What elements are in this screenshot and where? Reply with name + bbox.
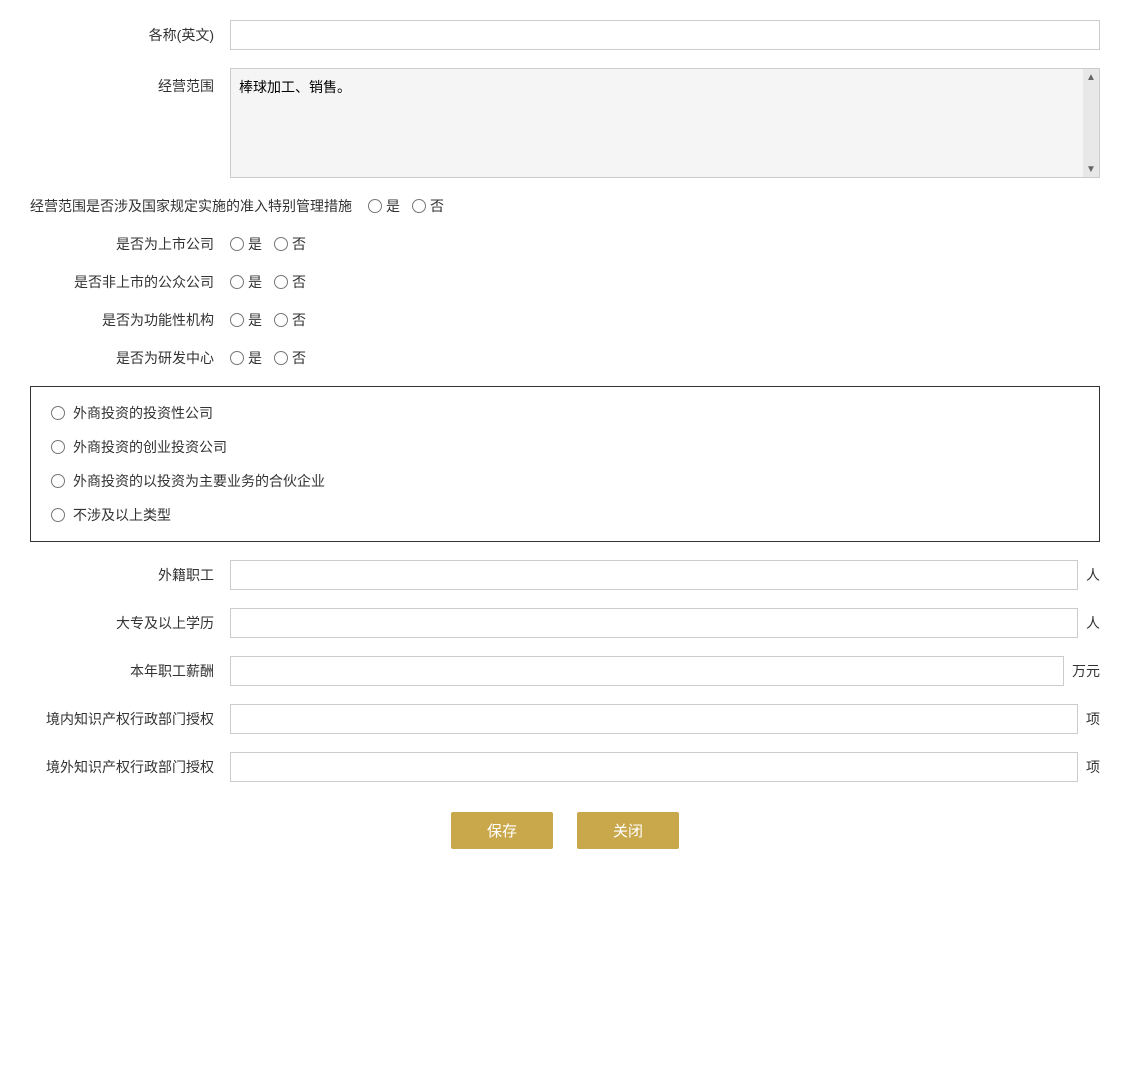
listed-no-item[interactable]: 否 <box>274 234 306 254</box>
college-edu-unit: 人 <box>1086 613 1100 633</box>
investment-option-2[interactable]: 外商投资的以投资为主要业务的合伙企业 <box>51 471 1079 491</box>
special-mgmt-no-radio[interactable] <box>412 199 426 213</box>
domestic-ip-input[interactable] <box>230 704 1078 734</box>
investment-radio-1[interactable] <box>51 440 65 454</box>
functional-radio-group: 是 否 <box>230 310 306 330</box>
scrollbar-down[interactable]: ▼ <box>1084 161 1098 177</box>
special-mgmt-label: 经营范围是否涉及国家规定实施的准入特别管理措施 <box>30 196 368 216</box>
college-edu-label: 大专及以上学历 <box>30 613 230 633</box>
special-mgmt-no-item[interactable]: 否 <box>412 196 444 216</box>
annual-salary-unit: 万元 <box>1072 661 1100 681</box>
domestic-ip-label: 境内知识产权行政部门授权 <box>30 709 230 729</box>
investment-radio-2[interactable] <box>51 474 65 488</box>
functional-no-item[interactable]: 否 <box>274 310 306 330</box>
public-no-item[interactable]: 否 <box>274 272 306 292</box>
rd-yes-label[interactable]: 是 <box>248 348 262 368</box>
investment-type-box: 外商投资的投资性公司 外商投资的创业投资公司 外商投资的以投资为主要业务的合伙企… <box>30 386 1100 542</box>
listed-company-label: 是否为上市公司 <box>30 234 230 254</box>
public-company-label: 是否非上市的公众公司 <box>30 272 230 292</box>
rd-radio-group: 是 否 <box>230 348 306 368</box>
annual-salary-label: 本年职工薪酬 <box>30 661 230 681</box>
college-edu-input[interactable] <box>230 608 1078 638</box>
rd-no-label[interactable]: 否 <box>292 348 306 368</box>
foreign-staff-row: 外籍职工 人 <box>30 560 1100 590</box>
investment-option-3[interactable]: 不涉及以上类型 <box>51 505 1079 525</box>
english-name-row: 各称(英文) <box>30 20 1100 50</box>
public-company-row: 是否非上市的公众公司 是 否 <box>30 272 1100 292</box>
business-scope-wrapper: 棒球加工、销售。 ▲ ▼ <box>230 68 1100 178</box>
english-name-input[interactable] <box>230 20 1100 50</box>
business-scope-textarea[interactable]: 棒球加工、销售。 <box>231 69 1099 177</box>
save-button[interactable]: 保存 <box>451 812 553 849</box>
special-mgmt-radio-group: 是 否 <box>368 196 444 216</box>
button-row: 保存 关闭 <box>30 812 1100 849</box>
functional-no-label[interactable]: 否 <box>292 310 306 330</box>
scrollbar-up[interactable]: ▲ <box>1084 69 1098 85</box>
special-mgmt-yes-radio[interactable] <box>368 199 382 213</box>
overseas-ip-input[interactable] <box>230 752 1078 782</box>
functional-org-label: 是否为功能性机构 <box>30 310 230 330</box>
english-name-label: 各称(英文) <box>30 25 230 45</box>
special-mgmt-yes-item[interactable]: 是 <box>368 196 400 216</box>
listed-no-radio[interactable] <box>274 237 288 251</box>
functional-yes-item[interactable]: 是 <box>230 310 262 330</box>
investment-label-0: 外商投资的投资性公司 <box>73 403 213 423</box>
functional-yes-label[interactable]: 是 <box>248 310 262 330</box>
college-edu-row: 大专及以上学历 人 <box>30 608 1100 638</box>
business-scope-row: 经营范围 棒球加工、销售。 ▲ ▼ <box>30 68 1100 178</box>
public-yes-label[interactable]: 是 <box>248 272 262 292</box>
foreign-staff-input[interactable] <box>230 560 1078 590</box>
listed-company-row: 是否为上市公司 是 否 <box>30 234 1100 254</box>
public-no-label[interactable]: 否 <box>292 272 306 292</box>
rd-no-radio[interactable] <box>274 351 288 365</box>
investment-option-0[interactable]: 外商投资的投资性公司 <box>51 403 1079 423</box>
annual-salary-row: 本年职工薪酬 万元 <box>30 656 1100 686</box>
rd-center-label: 是否为研发中心 <box>30 348 230 368</box>
functional-org-row: 是否为功能性机构 是 否 <box>30 310 1100 330</box>
listed-radio-group: 是 否 <box>230 234 306 254</box>
listed-no-label[interactable]: 否 <box>292 234 306 254</box>
investment-label-1: 外商投资的创业投资公司 <box>73 437 227 457</box>
investment-radio-3[interactable] <box>51 508 65 522</box>
listed-yes-item[interactable]: 是 <box>230 234 262 254</box>
overseas-ip-label: 境外知识产权行政部门授权 <box>30 757 230 777</box>
investment-radio-0[interactable] <box>51 406 65 420</box>
scrollbar: ▲ ▼ <box>1083 69 1099 177</box>
listed-yes-label[interactable]: 是 <box>248 234 262 254</box>
business-scope-label: 经营范围 <box>30 68 230 96</box>
listed-yes-radio[interactable] <box>230 237 244 251</box>
domestic-ip-unit: 项 <box>1086 709 1100 729</box>
special-mgmt-no-label[interactable]: 否 <box>430 196 444 216</box>
domestic-ip-row: 境内知识产权行政部门授权 项 <box>30 704 1100 734</box>
functional-yes-radio[interactable] <box>230 313 244 327</box>
rd-yes-item[interactable]: 是 <box>230 348 262 368</box>
rd-yes-radio[interactable] <box>230 351 244 365</box>
special-mgmt-yes-label[interactable]: 是 <box>386 196 400 216</box>
special-mgmt-row: 经营范围是否涉及国家规定实施的准入特别管理措施 是 否 <box>30 196 1100 216</box>
investment-label-2: 外商投资的以投资为主要业务的合伙企业 <box>73 471 325 491</box>
foreign-staff-label: 外籍职工 <box>30 565 230 585</box>
foreign-staff-unit: 人 <box>1086 565 1100 585</box>
public-radio-group: 是 否 <box>230 272 306 292</box>
investment-label-3: 不涉及以上类型 <box>73 505 171 525</box>
rd-no-item[interactable]: 否 <box>274 348 306 368</box>
overseas-ip-row: 境外知识产权行政部门授权 项 <box>30 752 1100 782</box>
investment-option-1[interactable]: 外商投资的创业投资公司 <box>51 437 1079 457</box>
overseas-ip-unit: 项 <box>1086 757 1100 777</box>
functional-no-radio[interactable] <box>274 313 288 327</box>
public-yes-item[interactable]: 是 <box>230 272 262 292</box>
close-button[interactable]: 关闭 <box>577 812 679 849</box>
rd-center-row: 是否为研发中心 是 否 <box>30 348 1100 368</box>
public-yes-radio[interactable] <box>230 275 244 289</box>
annual-salary-input[interactable] <box>230 656 1064 686</box>
public-no-radio[interactable] <box>274 275 288 289</box>
